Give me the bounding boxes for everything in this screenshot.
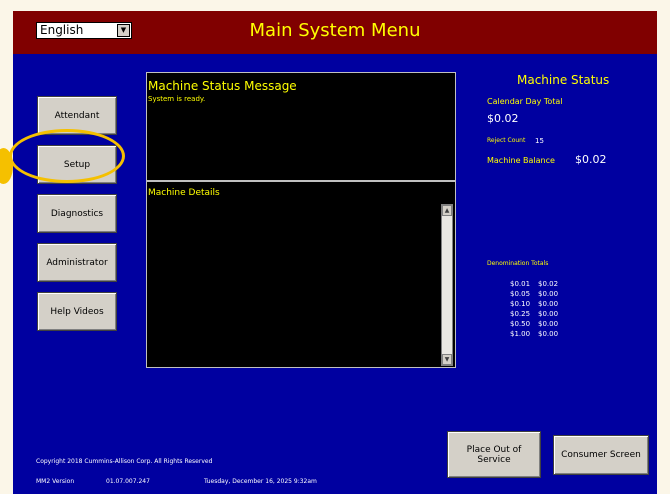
version-label: MM2 Version <box>36 478 75 485</box>
diagnostics-button[interactable]: Diagnostics <box>37 194 117 233</box>
denomination-row: $0.25 $0.00 <box>510 310 590 320</box>
denomination-value: $0.01 <box>510 280 531 288</box>
denomination-row: $1.00 $0.00 <box>510 330 590 340</box>
kiosk-screen: English ▼ Main System Menu Attendant Set… <box>13 11 657 494</box>
denomination-total: $0.00 <box>538 320 559 328</box>
denomination-value: $0.25 <box>510 310 531 318</box>
administrator-button[interactable]: Administrator <box>37 243 117 282</box>
status-message-title: Machine Status Message <box>148 79 297 93</box>
denomination-row: $0.05 $0.00 <box>510 290 590 300</box>
denomination-value: $1.00 <box>510 330 531 338</box>
scroll-up-icon[interactable]: ▲ <box>442 205 452 216</box>
scroll-down-icon[interactable]: ▼ <box>442 354 452 365</box>
machine-balance-label: Machine Balance <box>487 156 555 165</box>
denomination-list: $0.01 $0.02 $0.05 $0.00 $0.10 $0.00 $0.2… <box>510 280 590 340</box>
calendar-day-total-value: $0.02 <box>487 112 519 125</box>
denomination-total: $0.02 <box>538 280 559 288</box>
page-title: Main System Menu <box>249 20 421 41</box>
denomination-row: $0.50 $0.00 <box>510 320 590 330</box>
denomination-totals-label: Denomination Totals <box>487 260 549 267</box>
status-message-text: System is ready. <box>148 95 206 103</box>
date-time: Tuesday, December 16, 2025 9:32am <box>204 478 317 485</box>
denomination-total: $0.00 <box>538 290 559 298</box>
machine-details-panel: Machine Details ▲ ▼ <box>146 181 456 368</box>
details-scrollbar[interactable]: ▲ ▼ <box>441 204 453 366</box>
denomination-total: $0.00 <box>538 330 559 338</box>
version-value: 01.07.007.247 <box>106 478 150 485</box>
denomination-value: $0.50 <box>510 320 531 328</box>
machine-balance-value: $0.02 <box>575 153 607 166</box>
title-bar: English ▼ Main System Menu <box>13 11 657 54</box>
denomination-value: $0.05 <box>510 290 531 298</box>
setup-highlight-circle <box>9 129 125 183</box>
place-out-of-service-button[interactable]: Place Out of Service <box>447 431 541 478</box>
machine-status-message-panel: Machine Status Message System is ready. <box>146 72 456 181</box>
help-videos-button[interactable]: Help Videos <box>37 292 117 331</box>
machine-status-title: Machine Status <box>517 73 610 87</box>
denomination-row: $0.10 $0.00 <box>510 300 590 310</box>
denomination-value: $0.10 <box>510 300 531 308</box>
consumer-screen-button[interactable]: Consumer Screen <box>553 435 649 475</box>
denomination-total: $0.00 <box>538 310 559 318</box>
reject-count-label: Reject Count <box>487 137 526 144</box>
denomination-total: $0.00 <box>538 300 559 308</box>
reject-count-value: 15 <box>535 137 544 145</box>
denomination-row: $0.01 $0.02 <box>510 280 590 290</box>
copyright-text: Copyright 2018 Cummins-Allison Corp. All… <box>36 458 213 465</box>
calendar-day-total-label: Calendar Day Total <box>487 97 563 106</box>
machine-details-title: Machine Details <box>148 188 220 198</box>
